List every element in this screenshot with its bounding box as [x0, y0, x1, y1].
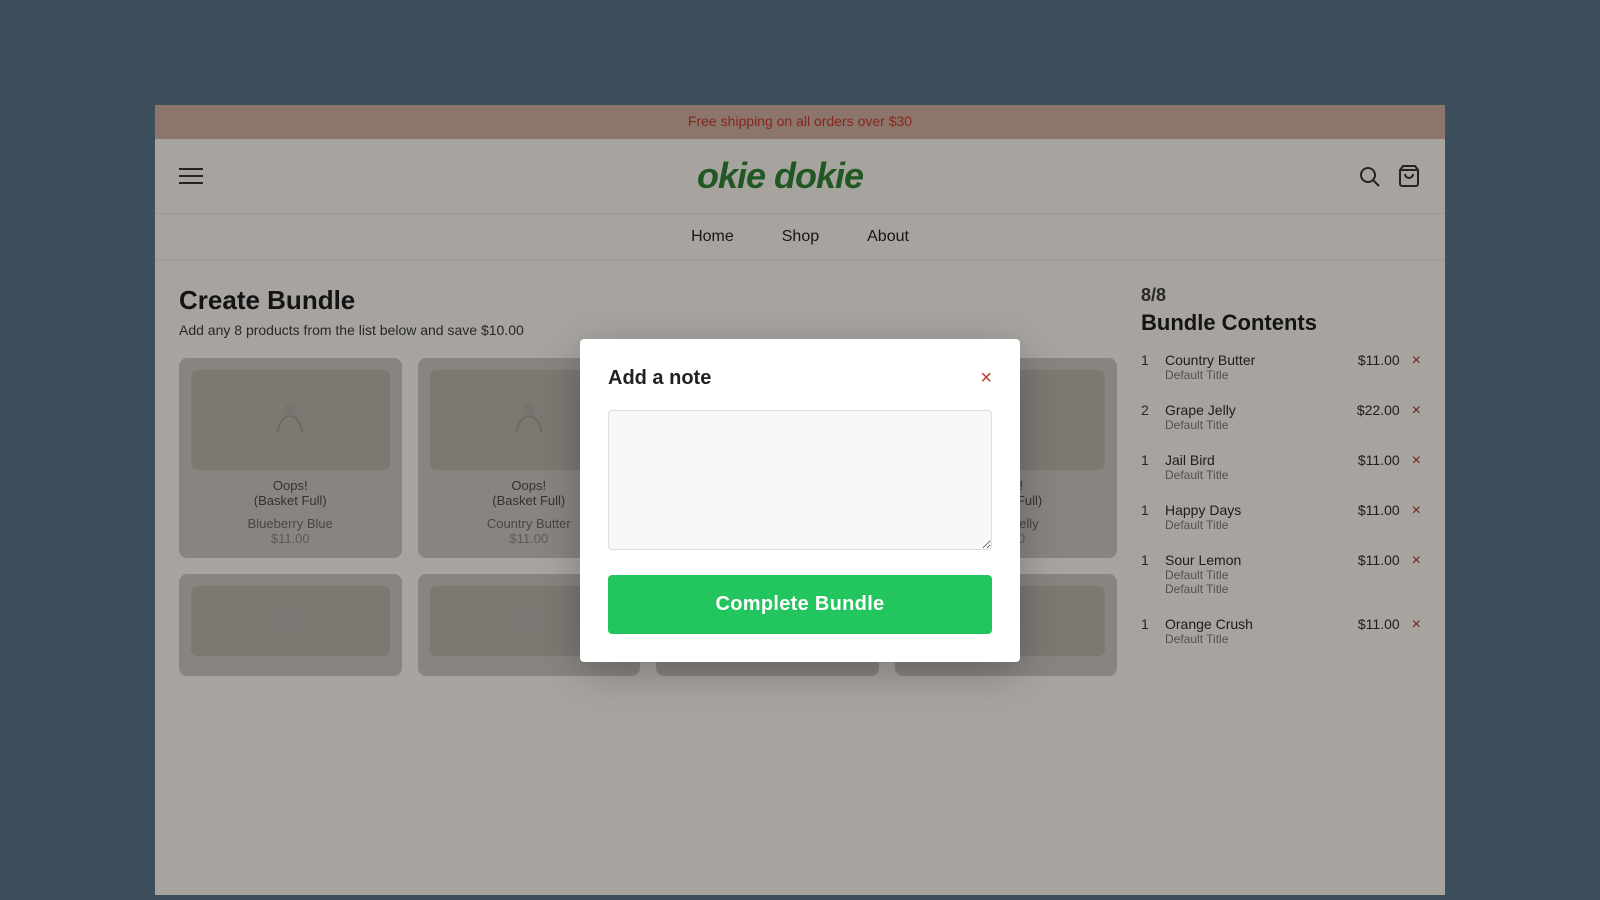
add-note-modal: Add a note × Complete Bundle — [580, 339, 1020, 662]
complete-bundle-button[interactable]: Complete Bundle — [608, 575, 992, 634]
browser-window: Free shipping on all orders over $30 oki… — [155, 105, 1445, 895]
modal-close-button[interactable]: × — [980, 368, 992, 388]
modal-header: Add a note × — [608, 367, 992, 390]
note-textarea[interactable] — [608, 410, 992, 550]
modal-overlay: Add a note × Complete Bundle — [155, 105, 1445, 895]
modal-title: Add a note — [608, 367, 711, 390]
